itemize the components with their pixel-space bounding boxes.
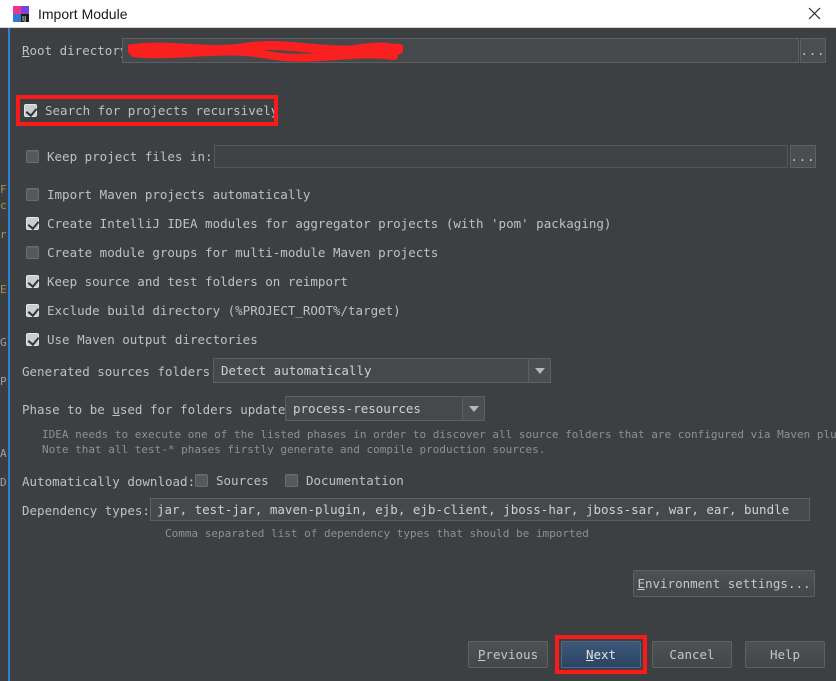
checkbox-label: Keep source and test folders on reimport	[47, 274, 349, 289]
page-title: Import Module	[38, 6, 128, 22]
background-text-fragment: P	[0, 375, 7, 388]
phase-update-select[interactable]: process-resources	[285, 396, 485, 421]
checkbox-label: Use Maven output directories	[47, 332, 258, 347]
root-directory-input[interactable]	[122, 38, 799, 63]
checkbox-label: Search for projects recursively	[45, 103, 279, 118]
checkbox-label: Create IntelliJ IDEA modules for aggrega…	[47, 216, 612, 231]
checkbox-indicator[interactable]	[285, 474, 298, 487]
checkbox-indicator[interactable]	[26, 188, 39, 201]
checkbox-indicator[interactable]	[26, 304, 39, 317]
checkbox-keep-project-files-in[interactable]: Keep project files in:	[26, 149, 213, 164]
dependency-types-label: Dependency types:	[22, 503, 150, 518]
phase-update-label: Phase to be used for folders update:	[22, 402, 293, 417]
checkbox-download-documentation[interactable]: Documentation	[285, 473, 404, 488]
dependency-types-input[interactable]: jar, test-jar, maven-plugin, ejb, ejb-cl…	[150, 498, 810, 521]
dialog-titlebar: IJ Import Module	[0, 0, 836, 28]
generated-sources-folders-label: Generated sources folders:	[22, 364, 218, 379]
checkbox-search-for-projects-recursively[interactable]: Search for projects recursively	[24, 103, 278, 118]
checkbox-label: Create module groups for multi-module Ma…	[47, 245, 439, 260]
checkbox-label: Exclude build directory (%PROJECT_ROOT%/…	[47, 303, 401, 318]
checkbox-download-sources[interactable]: Sources	[195, 473, 269, 488]
checkbox-indicator[interactable]	[26, 217, 39, 230]
root-directory-label: Root directory	[22, 43, 128, 58]
generated-sources-folders-select[interactable]: Detect automatically	[213, 358, 551, 383]
svg-text:IJ: IJ	[22, 15, 26, 23]
phase-hint-line-1: IDEA needs to execute one of the listed …	[42, 428, 836, 441]
dependency-types-hint: Comma separated list of dependency types…	[165, 527, 589, 540]
checkbox-exclude-build-directory[interactable]: Exclude build directory (%PROJECT_ROOT%/…	[26, 303, 401, 318]
previous-button[interactable]: Previous	[468, 641, 548, 668]
root-directory-browse-button[interactable]: ...	[800, 38, 826, 63]
next-button[interactable]: Next	[561, 641, 641, 668]
checkbox-create-module-groups-for-multi-module-maven-projects[interactable]: Create module groups for multi-module Ma…	[26, 245, 438, 260]
background-text-fragment: A	[0, 447, 7, 460]
checkbox-indicator[interactable]	[26, 150, 39, 163]
background-text-fragment: r	[0, 228, 7, 241]
keep-project-files-browse-button[interactable]: ...	[790, 145, 816, 168]
button-label: Next	[585, 647, 617, 662]
background-text-fragment: c	[0, 199, 7, 212]
chevron-down-icon[interactable]	[528, 359, 550, 382]
button-label: Environment settings...	[637, 576, 811, 591]
phase-hint-line-2: Note that all test-* phases firstly gene…	[42, 443, 546, 456]
select-value: Detect automatically	[221, 363, 372, 378]
help-button[interactable]: Help	[745, 641, 825, 668]
background-text-fragment: F	[0, 183, 7, 196]
keep-project-files-input[interactable]	[214, 145, 788, 168]
checkbox-label: Sources	[216, 473, 269, 488]
import-module-dialog: Root directory ... Search for projects r…	[10, 28, 836, 681]
environment-settings-button[interactable]: Environment settings...	[633, 570, 815, 597]
checkbox-keep-source-and-test-folders-on-reimport[interactable]: Keep source and test folders on reimport	[26, 274, 348, 289]
cancel-button[interactable]: Cancel	[652, 641, 732, 668]
checkbox-indicator[interactable]	[26, 246, 39, 259]
select-value: process-resources	[293, 401, 421, 416]
checkbox-indicator[interactable]	[24, 104, 37, 117]
intellij-idea-logo-icon: IJ	[13, 6, 29, 23]
checkbox-label: Import Maven projects automatically	[47, 187, 311, 202]
chevron-down-icon[interactable]	[462, 397, 484, 420]
checkbox-indicator[interactable]	[26, 275, 39, 288]
background-text-fragment: E	[0, 283, 7, 296]
checkbox-create-intellij-idea-modules-for-aggregator-projects[interactable]: Create IntelliJ IDEA modules for aggrega…	[26, 216, 611, 231]
checkbox-import-maven-projects-automatically[interactable]: Import Maven projects automatically	[26, 187, 310, 202]
background-text-fragment: G	[0, 336, 7, 349]
checkbox-indicator[interactable]	[26, 333, 39, 346]
checkbox-indicator[interactable]	[195, 474, 208, 487]
background-text-fragment: D	[0, 476, 7, 489]
button-label: Previous	[477, 647, 539, 662]
automatically-download-label: Automatically download:	[22, 474, 196, 489]
close-icon[interactable]	[792, 0, 836, 27]
checkbox-use-maven-output-directories[interactable]: Use Maven output directories	[26, 332, 258, 347]
checkbox-label: Documentation	[306, 473, 404, 488]
checkbox-label: Keep project files in:	[47, 149, 213, 164]
